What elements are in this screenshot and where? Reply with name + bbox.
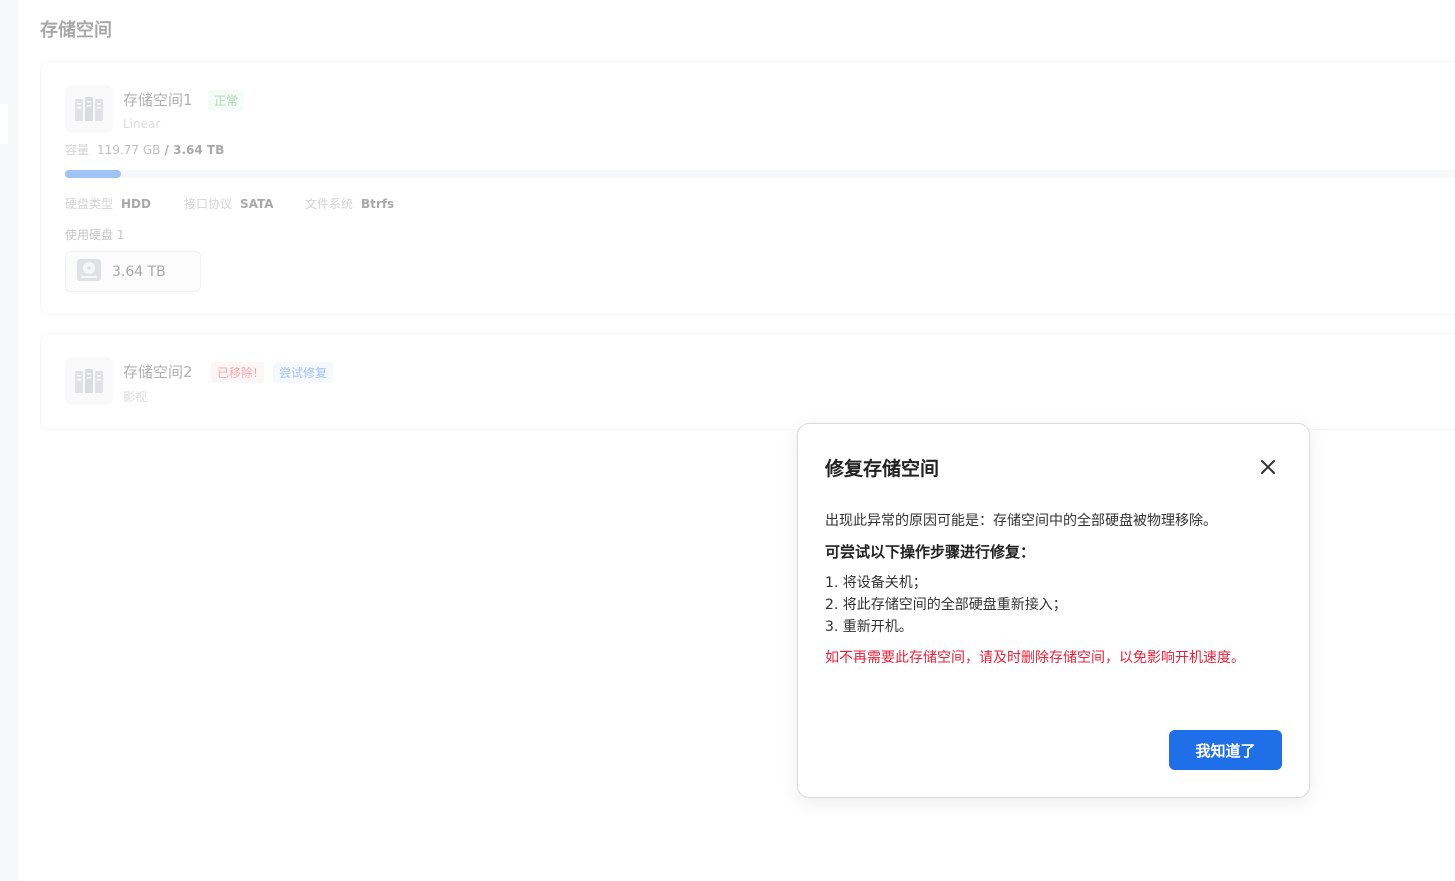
volume-name: 存储空间2	[123, 363, 193, 381]
volume-card-1[interactable]: 存储空间1 正常 Linear 容量 119.77 GB / 3.64 TB 硬盘…	[40, 61, 1455, 315]
disks-used-label: 使用硬盘 1	[65, 228, 125, 242]
spec-value: SATA	[240, 197, 274, 211]
dialog-steps-title: 可尝试以下操作步骤进行修复：	[825, 543, 1036, 561]
repair-storage-dialog: 修复存储空间 出现此异常的原因可能是：存储空间中的全部硬盘被物理移除。 可尝试以…	[797, 423, 1310, 798]
volume-card-2[interactable]: 存储空间2 已移除! 尝试修复 影视	[40, 333, 1455, 430]
sidebar-collapse-handle[interactable]	[0, 104, 8, 144]
capacity-separator: /	[160, 143, 174, 157]
capacity-readout: 容量 119.77 GB / 3.64 TB	[65, 141, 224, 158]
capacity-progress-fill	[65, 170, 121, 178]
capacity-label: 容量	[65, 143, 90, 157]
got-it-button[interactable]: 我知道了	[1169, 730, 1282, 770]
volume-name: 存储空间1	[123, 91, 193, 109]
dialog-body: 出现此异常的原因可能是：存储空间中的全部硬盘被物理移除。 可尝试以下操作步骤进行…	[825, 510, 1285, 669]
close-icon[interactable]	[1257, 456, 1279, 478]
list-item: 2. 将此存储空间的全部硬盘重新接入；	[825, 597, 1067, 613]
spec-interface: 接口协议 SATA	[184, 195, 274, 212]
capacity-progress-bar	[65, 170, 1455, 178]
dialog-steps-list: 1. 将设备关机； 2. 将此存储空间的全部硬盘重新接入； 3. 重新开机。	[825, 572, 1285, 638]
capacity-used: 119.77 GB	[97, 143, 161, 157]
disk-chip[interactable]: 3.64 TB	[65, 251, 201, 292]
spec-value: HDD	[121, 197, 151, 211]
spec-label: 接口协议	[184, 197, 233, 211]
spec-label: 硬盘类型	[65, 197, 114, 211]
dialog-warning: 如不再需要此存储空间，请及时删除存储空间，以免影响开机速度。	[825, 650, 1245, 666]
status-badge: 正常	[208, 90, 245, 111]
server-rack-icon	[65, 357, 113, 405]
list-item: 3. 重新开机。	[825, 619, 913, 635]
status-badge: 已移除!	[211, 362, 264, 383]
spec-disk-type: 硬盘类型 HDD	[65, 195, 151, 212]
volume-raid-type: Linear	[123, 117, 161, 131]
try-repair-link[interactable]: 尝试修复	[273, 362, 334, 383]
dialog-reason: 出现此异常的原因可能是：存储空间中的全部硬盘被物理移除。	[825, 513, 1217, 529]
volume-label: 影视	[123, 390, 148, 404]
dialog-title: 修复存储空间	[825, 458, 940, 480]
spec-filesystem: 文件系统 Btrfs	[305, 195, 394, 212]
capacity-total: 3.64 TB	[173, 143, 225, 157]
list-item: 1. 将设备关机；	[825, 575, 927, 591]
server-rack-icon	[65, 85, 113, 133]
hard-disk-icon	[76, 258, 102, 286]
disk-size: 3.64 TB	[112, 263, 166, 280]
spec-label: 文件系统	[305, 197, 354, 211]
page-title: 存储空间	[40, 20, 112, 41]
spec-value: Btrfs	[361, 197, 395, 211]
